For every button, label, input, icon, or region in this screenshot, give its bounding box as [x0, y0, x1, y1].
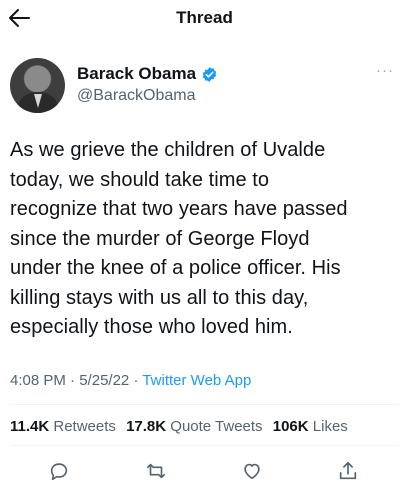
- tweet-line: since the murder of George Floyd: [10, 227, 310, 250]
- tweet-timestamp: 4:08 PM · 5/25/22 · Twitter Web App: [10, 372, 251, 389]
- quotes-label: Quote Tweets: [170, 418, 263, 435]
- share-icon[interactable]: [333, 456, 363, 486]
- retweets-stat[interactable]: 11.4K Retweets: [10, 418, 116, 435]
- likes-label: Likes: [312, 418, 348, 435]
- likes-stat[interactable]: 106K Likes: [273, 418, 348, 435]
- tweet-line: recognize that two years have passed: [10, 198, 348, 220]
- verified-badge-icon: [201, 66, 218, 83]
- tweet-time[interactable]: 4:08 PM: [10, 372, 66, 389]
- quotes-count: 17.8K: [126, 418, 167, 435]
- meta-separator: ·: [133, 372, 139, 389]
- tweet-line: especially those who loved him.: [10, 316, 293, 338]
- like-icon[interactable]: [237, 456, 267, 486]
- tweet-line: today, we should take time to: [10, 168, 269, 191]
- engagement-stats: 11.4K Retweets 17.8K Quote Tweets 106K L…: [10, 418, 348, 435]
- tweet-line: under the knee of a police officer. His: [10, 257, 341, 279]
- quotes-stat[interactable]: 17.8K Quote Tweets: [126, 418, 262, 435]
- divider: [10, 404, 399, 405]
- retweet-icon[interactable]: [141, 456, 171, 486]
- page-title: Thread: [176, 8, 233, 27]
- more-icon[interactable]: ···: [376, 62, 394, 79]
- tweet-line: As we grieve the children of Uvalde: [10, 139, 326, 161]
- reply-icon[interactable]: [44, 456, 74, 486]
- likes-count: 106K: [272, 418, 309, 435]
- author-handle[interactable]: @BarackObama: [77, 87, 196, 105]
- author-name-row: Barack Obama: [77, 64, 218, 84]
- author-name[interactable]: Barack Obama: [77, 64, 196, 84]
- meta-separator: ·: [70, 372, 76, 389]
- retweets-label: Retweets: [53, 418, 116, 435]
- tweet-date[interactable]: 5/25/22: [79, 372, 129, 389]
- divider: [10, 445, 399, 446]
- tweet-line: killing stays with us all to this day,: [10, 286, 309, 309]
- action-bar: [0, 454, 409, 488]
- top-bar: Thread: [0, 0, 409, 36]
- tweet-author[interactable]: Barack Obama @BarackObama ···: [10, 58, 400, 114]
- retweets-count: 11.4K: [10, 418, 50, 435]
- tweet-text: As we grieve the children of Uvalde toda…: [10, 136, 402, 343]
- avatar[interactable]: [10, 58, 65, 113]
- tweet-source-link[interactable]: Twitter Web App: [142, 372, 251, 389]
